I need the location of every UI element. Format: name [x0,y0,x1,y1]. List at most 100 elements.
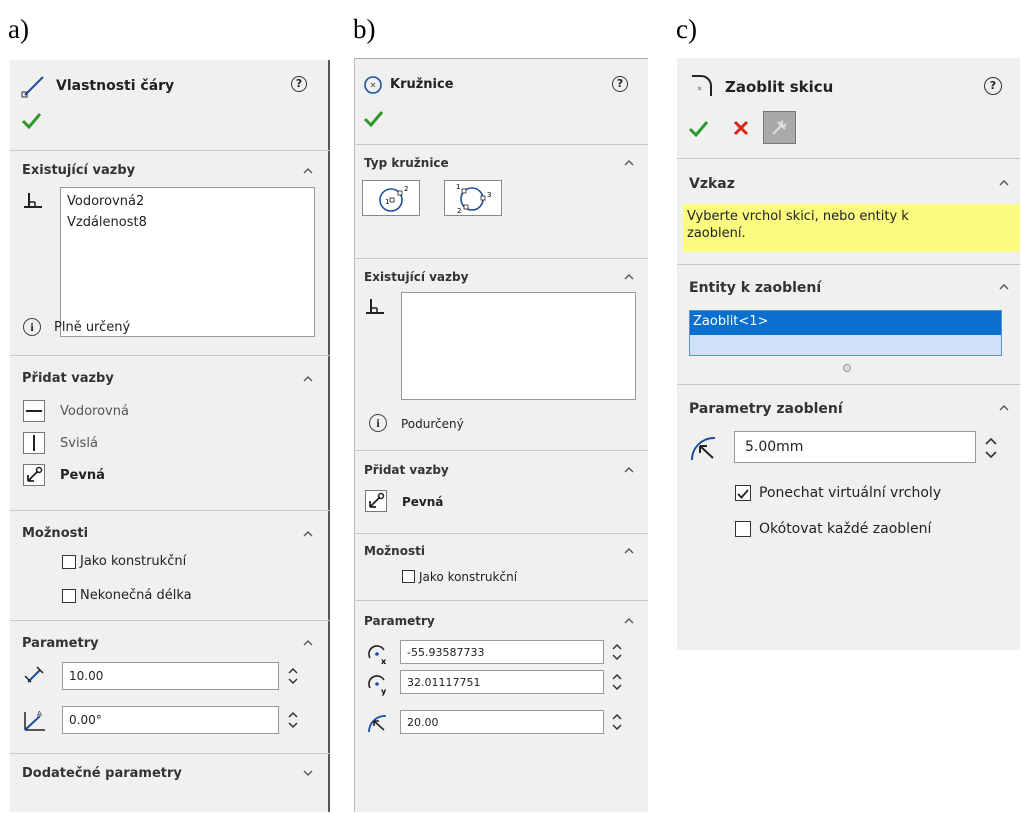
panel-title: Vlastnosti čáry [56,78,175,94]
radius-spinner-icon[interactable] [610,710,624,734]
divider [10,150,330,151]
circle-properties-panel: Kružnice ? Typ kružnice 1 2 1 3 2 Existu… [354,58,648,812]
cancel-x-icon[interactable] [732,119,750,137]
fixed-relation-button[interactable] [23,464,45,486]
collapse-chevron-icon[interactable] [624,272,634,282]
vertical-relation-button[interactable] [23,432,45,454]
add-relations-title: Přidat vazby [364,463,449,477]
status-text: Podurčený [401,417,464,431]
anchor-icon [369,492,385,508]
divider [354,600,648,601]
circle-icon [364,76,382,94]
construction-checkbox[interactable] [402,570,415,583]
list-item[interactable]: Vodorovná2 [67,194,144,209]
collapse-chevron-icon[interactable] [999,282,1009,292]
collapse-chevron-icon[interactable] [303,638,313,648]
center-y-spinner-icon[interactable] [610,670,624,694]
collapse-chevron-icon[interactable] [303,374,313,384]
entities-list[interactable]: Zaoblit<1> [689,310,1002,356]
expand-chevron-icon[interactable] [303,768,313,778]
existing-relations-title: Existující vazby [364,270,469,284]
existing-relations-list[interactable]: Vodorovná2 Vzdálenost8 [60,187,315,337]
divider [10,355,330,356]
circle-type-title: Typ kružnice [364,156,449,170]
infinite-length-checkbox[interactable] [62,589,76,603]
keep-vertices-label[interactable]: Ponechat virtuální vrcholy [759,485,941,501]
collapse-chevron-icon[interactable] [303,166,313,176]
divider [10,753,330,754]
perimeter-circle-button[interactable]: 1 3 2 [444,180,502,216]
collapse-chevron-icon[interactable] [624,546,634,556]
ok-check-icon[interactable] [687,118,709,138]
fillet-radius-input[interactable]: 5.00mm [734,431,976,463]
pin-icon [772,120,787,135]
collapse-chevron-icon[interactable] [999,403,1009,413]
length-input[interactable]: 10.00 [62,662,279,690]
figure-label-c: c) [676,14,697,44]
radius-input[interactable]: 20.00 [400,710,604,734]
radius-icon [690,436,716,461]
fixed-relation-button[interactable] [365,490,387,512]
dimension-each-checkbox[interactable] [735,521,751,537]
list-item[interactable]: Vzdálenost8 [67,215,147,230]
collapse-chevron-icon[interactable] [624,158,634,168]
angle-spinner-icon[interactable] [286,708,300,732]
construction-label[interactable]: Jako konstrukční [419,570,517,584]
message-text: Vyberte vrchol skici, nebo entity k zaob… [687,209,909,241]
message-box: Vyberte vrchol skici, nebo entity k zaob… [683,204,1020,252]
collapse-chevron-icon[interactable] [303,529,313,539]
ok-check-icon[interactable] [362,108,384,128]
help-icon[interactable]: ? [984,77,1002,95]
panel-title: Zaoblit skicu [725,78,834,96]
existing-relations-list[interactable] [401,292,636,400]
infinite-length-label[interactable]: Nekonečná délka [80,588,192,603]
help-icon[interactable]: ? [291,76,307,92]
list-item[interactable]: Zaoblit<1> [690,311,1001,335]
fixed-label[interactable]: Pevná [402,495,443,509]
construction-label[interactable]: Jako konstrukční [80,554,186,569]
keep-vertices-checkbox[interactable] [735,485,751,501]
center-circle-button[interactable]: 1 2 [362,180,420,216]
divider [677,384,1020,385]
svg-text:A: A [37,710,42,718]
panel-title: Kružnice [390,77,454,92]
length-icon [24,666,44,683]
length-spinner-icon[interactable] [286,664,300,688]
center-x-spinner-icon[interactable] [610,640,624,664]
parameters-title: Parametry [364,614,435,628]
horizontal-label[interactable]: Vodorovná [60,404,129,419]
center-circle-icon: 1 2 [379,185,408,212]
center-y-input[interactable]: 32.01117751 [400,670,604,694]
info-icon: i [369,414,387,432]
svg-text:y: y [381,687,387,696]
resize-handle[interactable] [843,364,851,372]
collapse-chevron-icon[interactable] [624,616,634,626]
status-text: Plně určený [54,320,131,335]
angle-input[interactable]: 0.00° [62,706,279,734]
checkmark-icon [737,489,749,499]
entities-title: Entity k zaoblení [689,280,822,296]
fillet-radius-spinner-icon[interactable] [983,434,999,462]
line-properties-panel: Vlastnosti čáry ? Existující vazby Vodor… [10,60,330,812]
divider [354,144,648,145]
divider [354,533,648,534]
dimension-each-label[interactable]: Okótovat každé zaoblení [759,521,931,537]
fixed-label[interactable]: Pevná [60,468,105,483]
center-x-icon: x [368,645,387,666]
anchor-icon [27,466,43,482]
pin-button[interactable] [763,111,796,144]
help-icon[interactable]: ? [612,76,628,92]
collapse-chevron-icon[interactable] [624,465,634,475]
sketch-fillet-panel: Zaoblit skicu ? Vzkaz Vyberte vrchol ski… [677,58,1020,650]
construction-checkbox[interactable] [62,555,76,569]
collapse-chevron-icon[interactable] [999,178,1009,188]
entity-label: Zaoblit<1> [693,314,769,329]
relation-icon [24,193,42,208]
figure-label-b: b) [353,14,376,44]
center-x-input[interactable]: -55.93587733 [400,640,604,664]
perimeter-circle-icon: 1 3 2 [456,183,491,215]
horizontal-relation-button[interactable] [23,400,45,422]
svg-text:2: 2 [404,185,408,193]
ok-check-icon[interactable] [20,110,42,130]
vertical-label[interactable]: Svislá [60,436,98,451]
